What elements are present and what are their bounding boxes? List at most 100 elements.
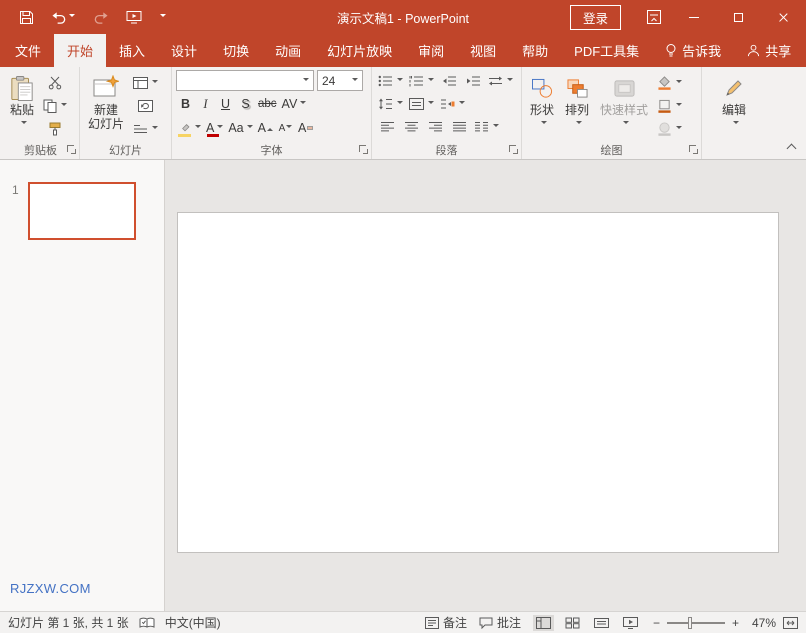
- text-direction-button[interactable]: [486, 71, 515, 92]
- maximize-icon: [734, 12, 743, 22]
- slide-thumbnail[interactable]: [27, 182, 136, 240]
- tell-me-box[interactable]: 告诉我: [652, 34, 734, 67]
- smartart-dropdown-icon: [456, 97, 465, 111]
- underline-button[interactable]: U: [216, 94, 235, 114]
- font-color-dropdown-icon: [214, 121, 223, 135]
- tab-review[interactable]: 审阅: [405, 34, 457, 67]
- paragraph-dialog-launcher[interactable]: [509, 145, 519, 155]
- text-shadow-button[interactable]: S: [236, 94, 255, 114]
- save-button[interactable]: [10, 0, 43, 34]
- increase-indent-button[interactable]: [462, 71, 484, 92]
- character-spacing-button[interactable]: AV: [280, 94, 309, 114]
- slide-layout-button[interactable]: [131, 72, 160, 93]
- columns-button[interactable]: [472, 117, 501, 138]
- arrange-button[interactable]: 排列: [561, 70, 593, 131]
- grow-font-label: A: [257, 121, 266, 135]
- normal-view-button[interactable]: [532, 614, 554, 631]
- slide-indicator[interactable]: 幻灯片 第 1 张, 共 1 张: [8, 614, 129, 631]
- tab-design[interactable]: 设计: [158, 34, 210, 67]
- shape-outline-button[interactable]: [655, 95, 684, 116]
- tab-insert[interactable]: 插入: [106, 34, 158, 67]
- cut-button[interactable]: [41, 72, 69, 93]
- tab-transitions[interactable]: 切换: [210, 34, 262, 67]
- collapse-ribbon-button[interactable]: [788, 143, 796, 151]
- font-color-button[interactable]: A: [204, 118, 225, 138]
- grow-font-button[interactable]: A: [256, 118, 275, 138]
- increase-indent-icon: [466, 76, 480, 86]
- sign-in-button[interactable]: 登录: [569, 4, 621, 30]
- font-size-combo[interactable]: 24: [317, 70, 363, 91]
- convert-to-smartart-button[interactable]: [438, 94, 467, 115]
- bold-button[interactable]: B: [176, 94, 195, 114]
- comments-button[interactable]: 批注: [479, 614, 521, 631]
- notes-button[interactable]: 备注: [424, 614, 467, 631]
- minimize-button[interactable]: [671, 0, 716, 34]
- zoom-slider[interactable]: [666, 616, 725, 629]
- slide-canvas[interactable]: [177, 212, 779, 553]
- change-case-button[interactable]: Aa: [226, 118, 254, 138]
- tab-file[interactable]: 文件: [2, 34, 54, 67]
- text-highlight-button[interactable]: [176, 118, 203, 138]
- proofing-button[interactable]: [139, 617, 155, 629]
- font-name-combo[interactable]: [176, 70, 314, 91]
- smartart-icon: [441, 99, 455, 109]
- fit-slide-to-window-button[interactable]: [783, 616, 798, 629]
- format-painter-button[interactable]: [41, 118, 69, 139]
- justify-button[interactable]: [448, 117, 470, 138]
- font-group: 24 B I U S abc AV A Aa A A A 字体: [172, 67, 372, 159]
- zoom-slider-thumb[interactable]: [687, 616, 692, 629]
- slide-sorter-icon: [565, 617, 580, 628]
- align-right-button[interactable]: [424, 117, 446, 138]
- zoom-level[interactable]: 47%: [746, 616, 776, 630]
- quick-styles-label: 快速样式: [600, 103, 649, 117]
- quick-styles-button[interactable]: 快速样式: [596, 70, 652, 131]
- slide-show-view-button[interactable]: [620, 615, 641, 631]
- drawing-dialog-launcher[interactable]: [689, 145, 699, 155]
- zoom-in-button[interactable]: +: [732, 616, 739, 630]
- clear-formatting-button[interactable]: A: [296, 118, 315, 138]
- clipboard-group: 粘贴 剪贴板: [2, 67, 80, 159]
- share-button[interactable]: 共享: [734, 34, 804, 67]
- numbering-button[interactable]: [407, 71, 436, 92]
- ribbon-display-options-button[interactable]: [637, 0, 671, 34]
- tab-home[interactable]: 开始: [54, 34, 107, 67]
- tab-pdf-tools[interactable]: PDF工具集: [561, 34, 652, 67]
- shape-effects-button[interactable]: [655, 118, 684, 139]
- language-button[interactable]: 中文(中国): [165, 614, 221, 631]
- editing-button[interactable]: 编辑: [718, 70, 750, 131]
- reset-slide-button[interactable]: [131, 95, 160, 116]
- tab-help[interactable]: 帮助: [509, 34, 561, 67]
- align-center-button[interactable]: [400, 117, 422, 138]
- customize-qat-button[interactable]: [151, 0, 175, 34]
- line-spacing-button[interactable]: [376, 94, 405, 115]
- decrease-indent-button[interactable]: [438, 71, 460, 92]
- maximize-button[interactable]: [716, 0, 761, 34]
- tab-slide-show[interactable]: 幻灯片放映: [314, 34, 405, 67]
- shapes-icon: [531, 78, 552, 98]
- paste-button[interactable]: 粘贴: [6, 70, 38, 131]
- slide-sorter-view-button[interactable]: [562, 615, 583, 631]
- shrink-font-button[interactable]: A: [276, 118, 295, 138]
- italic-button[interactable]: I: [196, 94, 215, 114]
- clipboard-dialog-launcher[interactable]: [67, 145, 77, 155]
- new-slide-button[interactable]: 新建 幻灯片: [84, 70, 128, 131]
- tab-view[interactable]: 视图: [457, 34, 509, 67]
- section-button[interactable]: [131, 118, 160, 139]
- tab-animations[interactable]: 动画: [262, 34, 314, 67]
- arrange-icon: [566, 78, 588, 98]
- redo-button[interactable]: [84, 0, 117, 34]
- align-left-button[interactable]: [376, 117, 398, 138]
- zoom-out-button[interactable]: −: [653, 616, 660, 630]
- strikethrough-button[interactable]: abc: [256, 94, 279, 114]
- undo-button[interactable]: [43, 0, 84, 34]
- close-button[interactable]: [761, 0, 806, 34]
- font-dialog-launcher[interactable]: [359, 145, 369, 155]
- shape-fill-button[interactable]: [655, 72, 684, 93]
- reading-view-button[interactable]: [591, 615, 612, 631]
- bullets-button[interactable]: [376, 71, 405, 92]
- shapes-button[interactable]: 形状: [526, 70, 558, 131]
- copy-button[interactable]: [41, 95, 69, 116]
- start-slideshow-button[interactable]: [117, 0, 151, 34]
- notes-icon: [424, 616, 439, 629]
- align-text-button[interactable]: [407, 94, 436, 115]
